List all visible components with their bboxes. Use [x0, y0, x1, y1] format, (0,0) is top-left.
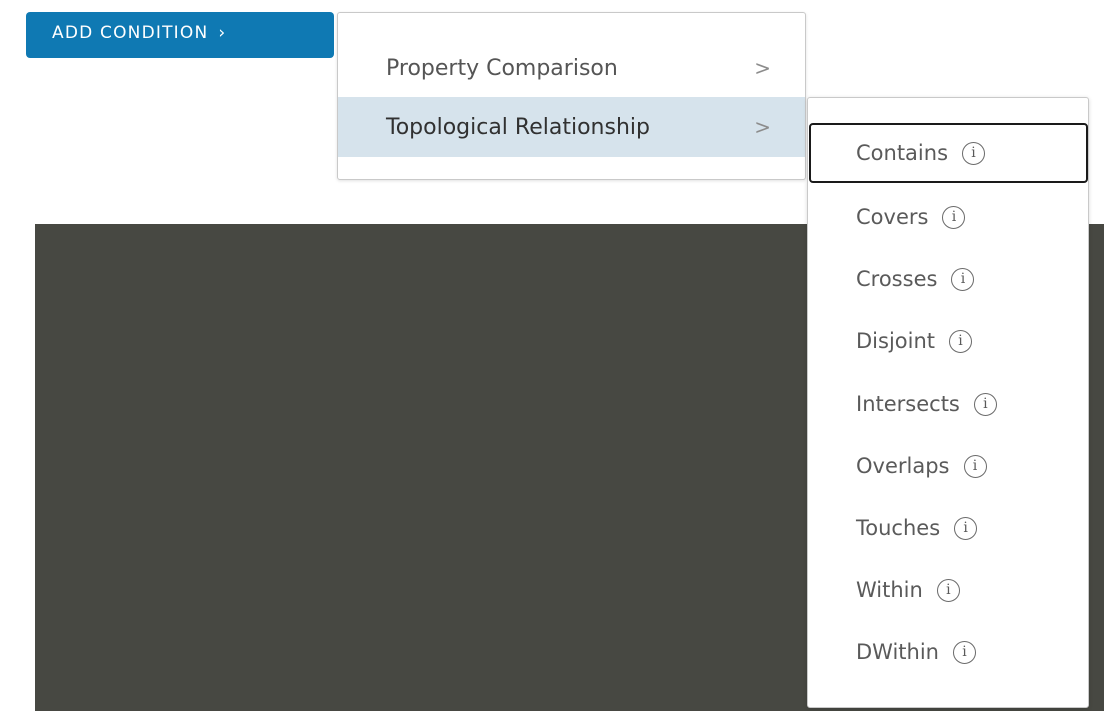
chevron-right-icon: >	[754, 56, 771, 80]
submenu-item-label: Intersects	[856, 392, 960, 416]
info-icon[interactable]: i	[962, 141, 986, 165]
add-condition-button[interactable]: ADD CONDITION ›	[26, 12, 334, 58]
submenu-item-crosses[interactable]: Crosses i	[808, 250, 1088, 308]
submenu-item-contains[interactable]: Contains i	[809, 123, 1088, 183]
submenu-item-intersects[interactable]: Intersects i	[808, 375, 1088, 433]
menu-item-property-comparison[interactable]: Property Comparison >	[338, 38, 805, 98]
submenu-item-overlaps[interactable]: Overlaps i	[808, 437, 1088, 495]
submenu-item-label: Disjoint	[856, 329, 936, 353]
submenu-item-dwithin[interactable]: DWithin i	[808, 623, 1088, 681]
info-icon[interactable]: i	[949, 329, 973, 353]
info-icon[interactable]: i	[942, 205, 966, 229]
add-condition-label: ADD CONDITION	[52, 23, 209, 43]
submenu-item-label: DWithin	[856, 640, 939, 664]
menu-item-label: Property Comparison	[386, 55, 618, 81]
info-icon[interactable]: i	[954, 516, 978, 540]
info-icon[interactable]: i	[953, 640, 976, 664]
info-icon[interactable]: i	[973, 392, 997, 416]
menu-item-topological-relationship[interactable]: Topological Relationship >	[338, 97, 805, 157]
topological-relationship-submenu: Contains i Covers i Crosses i Disjoint i…	[807, 97, 1089, 708]
submenu-item-label: Touches	[856, 516, 941, 540]
chevron-right-icon: ›	[218, 23, 227, 43]
info-icon[interactable]: i	[951, 267, 975, 291]
submenu-item-label: Contains	[856, 141, 949, 165]
submenu-item-label: Within	[856, 578, 923, 602]
chevron-right-icon: >	[754, 115, 771, 139]
submenu-item-touches[interactable]: Touches i	[808, 499, 1088, 557]
condition-type-menu: Property Comparison > Topological Relati…	[337, 12, 806, 180]
submenu-item-label: Covers	[856, 205, 929, 229]
submenu-item-within[interactable]: Within i	[808, 561, 1088, 619]
submenu-item-label: Overlaps	[856, 454, 950, 478]
submenu-item-label: Crosses	[856, 267, 938, 291]
info-icon[interactable]: i	[963, 454, 987, 478]
submenu-item-disjoint[interactable]: Disjoint i	[808, 312, 1088, 370]
info-icon[interactable]: i	[936, 578, 960, 602]
submenu-item-covers[interactable]: Covers i	[808, 188, 1088, 246]
menu-item-label: Topological Relationship	[386, 114, 650, 140]
